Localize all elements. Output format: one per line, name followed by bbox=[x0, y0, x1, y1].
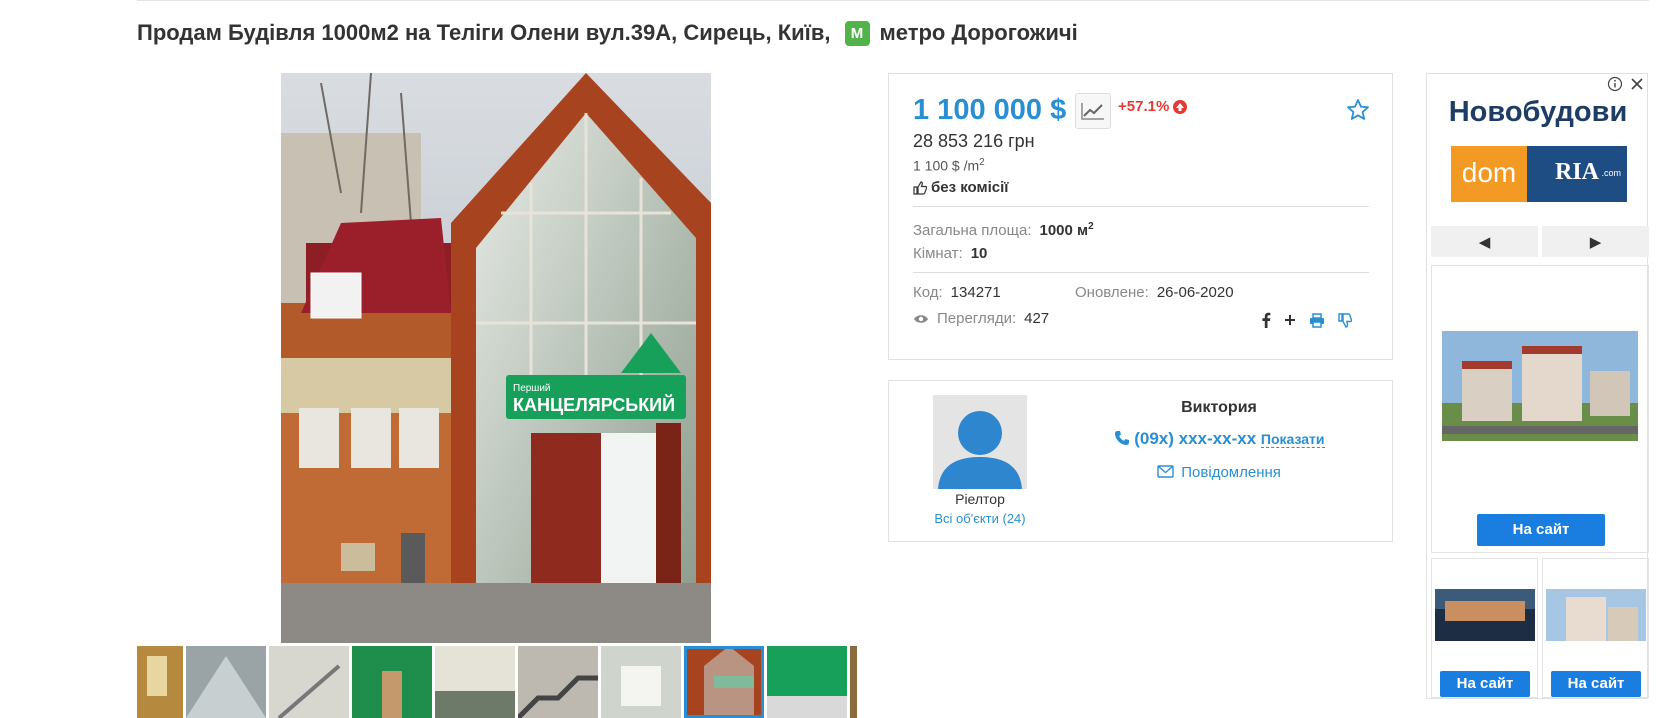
price-change: +57.1% bbox=[1118, 98, 1188, 115]
dom-logo: dom bbox=[1451, 146, 1527, 202]
thumbnail[interactable] bbox=[767, 646, 847, 718]
thumbnail[interactable] bbox=[518, 646, 598, 718]
seller-role: Ріелтор bbox=[955, 491, 1005, 507]
price-uah: 28 853 216 грн bbox=[913, 131, 1035, 151]
thumbnail[interactable] bbox=[137, 646, 183, 718]
rooms-value: 10 bbox=[970, 245, 988, 262]
area-row: Загальна площа: 1000 м2 bbox=[913, 221, 1094, 239]
price-usd: 1 100 000 $ bbox=[913, 94, 1067, 126]
envelope-icon bbox=[1157, 465, 1174, 478]
no-commission: без комісії bbox=[913, 179, 1009, 196]
ria-com: .com bbox=[1601, 168, 1621, 178]
updated-label: Оновлене: bbox=[1075, 284, 1149, 301]
listing-title: Продам Будівля 1000м2 на Теліги Олени ву… bbox=[137, 20, 831, 45]
favorite-star-icon[interactable] bbox=[1346, 98, 1370, 122]
ad-main-image bbox=[1442, 331, 1638, 441]
show-phone-link[interactable]: Показати bbox=[1260, 431, 1325, 448]
code-label: Код: bbox=[913, 284, 943, 301]
eye-icon bbox=[914, 314, 928, 323]
message-label: Повідомлення bbox=[1181, 464, 1281, 481]
views-value: 427 bbox=[1024, 310, 1050, 327]
ad-prev-button[interactable]: ◀ bbox=[1431, 226, 1538, 257]
ad-controls bbox=[1607, 76, 1645, 92]
area-value-text: 1000 м bbox=[1039, 222, 1089, 239]
close-icon[interactable] bbox=[1629, 76, 1645, 92]
price-history-button[interactable] bbox=[1075, 93, 1111, 129]
ad-right-image bbox=[1546, 589, 1646, 641]
rooms-row: Кімнат: 10 bbox=[913, 245, 987, 262]
views-row: Перегляди: 427 bbox=[913, 310, 1049, 327]
thumbnail-active[interactable] bbox=[684, 646, 764, 718]
arrow-up-circle-icon bbox=[1173, 99, 1188, 114]
thumbs-up-icon bbox=[913, 180, 927, 195]
price-per-m2-value: 1 100 $ /m bbox=[913, 157, 980, 174]
metro-icon: M bbox=[844, 20, 870, 46]
ria-logo-text: RIA bbox=[1554, 159, 1599, 185]
listing-page: Продам Будівля 1000м2 на Теліги Олени ву… bbox=[0, 0, 1680, 718]
thumbnail[interactable] bbox=[186, 646, 266, 718]
area-value: 1000 м2 bbox=[1039, 221, 1094, 239]
thumbnail[interactable] bbox=[601, 646, 681, 718]
price-per-m2-sup: 2 bbox=[979, 157, 985, 168]
rooms-label: Кімнат: bbox=[913, 245, 963, 262]
user-silhouette-icon bbox=[938, 411, 1022, 489]
thumbnail[interactable] bbox=[269, 646, 349, 718]
thumbnail[interactable] bbox=[435, 646, 515, 718]
divider bbox=[913, 272, 1369, 273]
updated-row: Оновлене: 26-06-2020 bbox=[1075, 284, 1234, 301]
page-title: Продам Будівля 1000м2 на Теліги Олени ву… bbox=[137, 20, 1078, 46]
seller-name: Виктория bbox=[1181, 399, 1257, 416]
seller-phone: (09x) xxx-xx-xx Показати bbox=[1089, 429, 1349, 449]
advertisement: Новобудови dom RIA .com ◀ ▶ На сайт На са… bbox=[1426, 73, 1649, 699]
building-photo-image: Перший КАНЦЕЛЯРСЬКИЙ bbox=[281, 73, 711, 643]
svg-text:Перший: Перший bbox=[513, 383, 551, 394]
info-icon[interactable] bbox=[1607, 76, 1623, 92]
ad-main-slide[interactable]: На сайт bbox=[1431, 265, 1649, 553]
ad-main-cta[interactable]: На сайт bbox=[1477, 514, 1605, 546]
price-change-value: +57.1% bbox=[1118, 98, 1170, 115]
phone-number: (09x) xxx-xx-xx bbox=[1134, 429, 1257, 448]
divider bbox=[913, 206, 1369, 207]
ad-slide-left[interactable]: На сайт bbox=[1431, 558, 1538, 698]
thumbnail[interactable] bbox=[850, 646, 857, 718]
code-row: Код: 134271 bbox=[913, 284, 1001, 301]
phone-icon bbox=[1114, 431, 1129, 445]
all-objects-link[interactable]: Всі об'єкти (24) bbox=[919, 511, 1041, 526]
ad-title: Новобудови bbox=[1448, 96, 1628, 128]
thumbnail[interactable] bbox=[352, 646, 432, 718]
code-value: 134271 bbox=[950, 284, 1001, 301]
seller-avatar[interactable] bbox=[933, 395, 1027, 489]
thumbnail-strip bbox=[137, 646, 857, 718]
price-card: 1 100 000 $ +57.1% 28 853 216 грн 1 100 … bbox=[888, 73, 1393, 360]
chart-trend-icon bbox=[1081, 103, 1104, 120]
updated-value: 26-06-2020 bbox=[1156, 284, 1234, 301]
main-photo[interactable]: Перший КАНЦЕЛЯРСЬКИЙ bbox=[281, 73, 711, 643]
ad-left-cta[interactable]: На сайт bbox=[1440, 671, 1530, 697]
ad-slide-right[interactable]: На сайт bbox=[1542, 558, 1649, 698]
price-per-m2: 1 100 $ /m2 bbox=[913, 157, 985, 174]
ad-next-button[interactable]: ▶ bbox=[1542, 226, 1649, 257]
message-link[interactable]: Повідомлення bbox=[1089, 464, 1349, 481]
ria-logo: RIA .com bbox=[1527, 146, 1627, 202]
ad-left-image bbox=[1435, 589, 1535, 641]
views-label: Перегляди: bbox=[937, 310, 1017, 327]
metro-station[interactable]: метро Дорогожичі bbox=[880, 20, 1078, 46]
ad-right-cta[interactable]: На сайт bbox=[1551, 671, 1641, 697]
no-commission-label: без комісії bbox=[931, 179, 1009, 196]
area-label: Загальна площа: bbox=[913, 222, 1032, 239]
svg-text:КАНЦЕЛЯРСЬКИЙ: КАНЦЕЛЯРСЬКИЙ bbox=[513, 394, 675, 415]
thumbs-down-icon[interactable] bbox=[1338, 312, 1352, 328]
share-actions bbox=[1261, 312, 1352, 328]
print-icon[interactable] bbox=[1309, 312, 1325, 328]
seller-card: Ріелтор Всі об'єкти (24) Виктория (09x) … bbox=[888, 380, 1393, 542]
facebook-icon[interactable] bbox=[1261, 312, 1271, 328]
top-divider bbox=[137, 0, 1649, 1]
area-value-sup: 2 bbox=[1088, 221, 1094, 232]
plus-icon[interactable] bbox=[1284, 314, 1296, 326]
